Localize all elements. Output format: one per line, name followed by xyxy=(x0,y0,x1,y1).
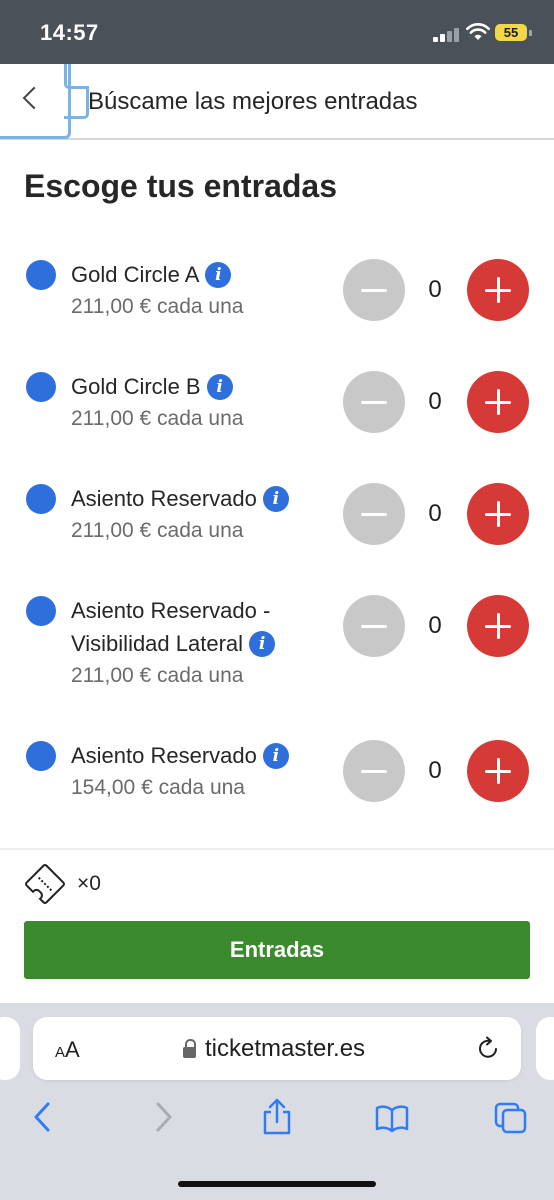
header-title: Búscame las mejores entradas xyxy=(88,88,418,115)
footer-divider xyxy=(0,848,554,850)
url-text[interactable]: ticketmaster.es xyxy=(205,1035,365,1063)
ticket-color-dot xyxy=(26,484,56,514)
wifi-icon xyxy=(466,23,490,40)
quantity-value: 0 xyxy=(428,612,442,639)
ticket-name: Asiento Reservado - xyxy=(71,598,271,623)
quantity-value: 0 xyxy=(428,276,442,303)
battery-level: 55 xyxy=(503,25,519,40)
increase-quantity-button[interactable] xyxy=(467,483,529,545)
lock-icon xyxy=(183,1039,196,1058)
quantity-value: 0 xyxy=(428,757,442,784)
increase-quantity-button[interactable] xyxy=(467,595,529,657)
ticket-price: 211,00 € cada una xyxy=(71,407,244,430)
decrease-quantity-button[interactable] xyxy=(343,259,405,321)
quantity-value: 0 xyxy=(428,500,442,527)
forward-arrow-icon[interactable] xyxy=(146,1098,180,1136)
ticket-name: Gold Circle Ai xyxy=(71,258,232,291)
focus-outline-low xyxy=(64,86,89,119)
ticket-name: Asiento Reservado i xyxy=(71,482,289,515)
back-arrow-icon[interactable] xyxy=(26,1098,60,1136)
ticket-name-text: Asiento Reservado xyxy=(71,743,257,768)
aa-large: A xyxy=(65,1037,80,1062)
previous-tab-preview[interactable] xyxy=(0,1017,20,1080)
address-bar[interactable]: AA ticketmaster.es xyxy=(33,1017,521,1080)
share-icon[interactable] xyxy=(260,1098,294,1136)
info-icon[interactable]: i xyxy=(205,262,232,288)
entradas-button[interactable]: Entradas xyxy=(24,921,530,979)
ticket-color-dot xyxy=(26,596,56,626)
ticket-price: 154,00 € cada una xyxy=(71,776,245,799)
increase-quantity-button[interactable] xyxy=(467,259,529,321)
tabs-icon[interactable] xyxy=(494,1098,528,1136)
increase-quantity-button[interactable] xyxy=(467,740,529,802)
battery-tip xyxy=(529,30,532,36)
reload-icon[interactable] xyxy=(478,1036,500,1060)
page-header: Búscame las mejores entradas xyxy=(0,64,554,140)
ticket-name-text: Gold Circle A xyxy=(71,262,200,287)
decrease-quantity-button[interactable] xyxy=(343,740,405,802)
status-bar: 14:57 55 xyxy=(0,0,554,64)
info-icon[interactable]: i xyxy=(262,743,289,769)
decrease-quantity-button[interactable] xyxy=(343,595,405,657)
ticket-price: 211,00 € cada una xyxy=(71,295,244,318)
ticket-name-line2: Visibilidad Lateral i xyxy=(71,627,276,660)
quantity-value: 0 xyxy=(428,388,442,415)
back-button[interactable] xyxy=(0,64,89,139)
info-icon[interactable]: i xyxy=(249,631,276,657)
reader-options-button[interactable]: AA xyxy=(55,1037,80,1063)
ticket-color-dot xyxy=(26,372,56,402)
ticket-name: Asiento Reservado i xyxy=(71,739,289,772)
ticket-count: ×0 xyxy=(77,872,101,895)
status-time: 14:57 xyxy=(40,20,99,45)
ticket-name-text: Asiento Reservado xyxy=(71,486,257,511)
page-title: Escoge tus entradas xyxy=(24,168,337,204)
ticket-icon xyxy=(23,862,67,906)
ticket-price: 211,00 € cada una xyxy=(71,664,244,687)
bookmarks-icon[interactable] xyxy=(375,1098,409,1136)
ticket-color-dot xyxy=(26,260,56,290)
ticket-name-text: Visibilidad Lateral xyxy=(71,631,244,656)
cellular-signal-icon xyxy=(433,26,461,42)
ticket-color-dot xyxy=(26,741,56,771)
decrease-quantity-button[interactable] xyxy=(343,371,405,433)
battery-icon: 55 xyxy=(495,24,527,41)
home-indicator xyxy=(178,1181,376,1187)
info-icon[interactable]: i xyxy=(262,486,289,512)
ticket-price: 211,00 € cada una xyxy=(71,519,244,542)
aa-small: A xyxy=(55,1044,66,1061)
ticket-name: Gold Circle Bi xyxy=(71,370,233,403)
increase-quantity-button[interactable] xyxy=(467,371,529,433)
decrease-quantity-button[interactable] xyxy=(343,483,405,545)
next-tab-preview[interactable] xyxy=(536,1017,554,1080)
ticket-name-text: Gold Circle B xyxy=(71,374,201,399)
info-icon[interactable]: i xyxy=(206,374,233,400)
